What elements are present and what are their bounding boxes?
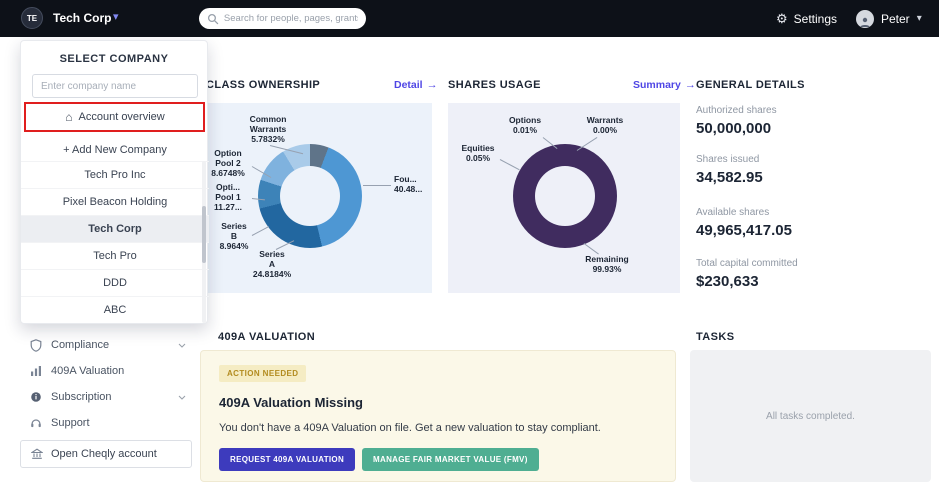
app-screen: TE Tech Corp ▾ ⚙ Settings Peter ▾	[0, 0, 939, 485]
field-label: Shares issued	[696, 154, 760, 165]
chart-label-options: Options 0.01%	[508, 115, 542, 136]
bank-icon	[31, 448, 43, 459]
chevron-down-icon[interactable]: ▾	[113, 10, 119, 23]
open-account-label: Open Cheqly account	[51, 448, 157, 460]
company-switcher-label[interactable]: Tech Corp	[53, 11, 111, 25]
chart-label-equities: Equities 0.05%	[461, 143, 495, 164]
shares-usage-title: SHARES USAGE	[448, 79, 541, 91]
dropdown-title: SELECT COMPANY	[59, 53, 169, 65]
valuation-section-title: 409A VALUATION	[218, 331, 316, 343]
chart-label-series-b: Series B 8.964%	[219, 221, 249, 252]
settings-button[interactable]: ⚙ Settings	[776, 0, 837, 37]
leader-line	[583, 243, 599, 255]
company-option[interactable]: ABC	[21, 296, 209, 323]
sidebar-item-label: Compliance	[51, 339, 110, 351]
general-details-title: GENERAL DETAILS	[696, 79, 805, 91]
valuation-heading: 409A Valuation Missing	[219, 395, 364, 410]
shares-donut-chart	[513, 144, 617, 248]
field-label: Total capital committed	[696, 258, 798, 269]
available-shares-field: Available shares 49,965,417.05	[696, 207, 931, 239]
authorized-shares-field: Authorized shares 50,000,000	[696, 105, 931, 137]
bar-chart-icon	[31, 366, 41, 376]
shares-usage-summary-link[interactable]: Summary →	[633, 79, 696, 91]
open-cheqly-account-button[interactable]: Open Cheqly account	[20, 440, 192, 468]
search-bar[interactable]	[199, 8, 366, 29]
topbar: TE Tech Corp ▾ ⚙ Settings Peter ▾	[0, 0, 939, 37]
tasks-section-title: TASKS	[696, 331, 735, 343]
arrow-right-icon: →	[684, 79, 696, 91]
action-needed-badge: ACTION NEEDED	[219, 365, 307, 382]
company-option[interactable]: Tech Pro Inc	[21, 161, 209, 188]
scrollbar-thumb[interactable]	[202, 206, 206, 263]
chart-label-founders: Fou... 40.48...	[394, 174, 423, 195]
user-menu[interactable]: Peter ▾	[856, 0, 922, 37]
chart-label-remaining: Remaining 99.93%	[585, 254, 629, 275]
field-value: 49,965,417.05	[696, 222, 792, 239]
user-name: Peter	[881, 11, 910, 26]
chevron-down-icon	[178, 395, 186, 400]
donut-hole	[280, 166, 340, 226]
chevron-down-icon	[178, 343, 186, 348]
shares-usage-chart: Options 0.01% Warrants 0.00% Equities 0.…	[448, 103, 680, 293]
search-icon	[207, 13, 219, 24]
tasks-empty-message: All tasks completed.	[766, 410, 855, 422]
chart-label-series-a: Series A 24.8184%	[252, 249, 292, 280]
settings-label: Settings	[793, 11, 838, 26]
class-ownership-title: CLASS OWNERSHIP	[206, 79, 321, 91]
valuation-body-text: You don't have a 409A Valuation on file.…	[219, 422, 601, 434]
headset-icon	[31, 419, 41, 428]
info-circle-icon	[31, 392, 41, 402]
field-value: $230,633	[696, 273, 759, 290]
field-value: 50,000,000	[696, 120, 772, 137]
chart-label-warrants: Warrants 0.00%	[586, 115, 624, 136]
sidebar-item-label: Support	[51, 417, 90, 429]
company-option[interactable]: Tech Pro	[21, 242, 209, 269]
gear-icon: ⚙	[776, 10, 788, 26]
sidebar-item-compliance[interactable]: Compliance	[20, 332, 192, 358]
chart-label-option-pool-2: Option Pool 2 8.6748%	[211, 148, 245, 179]
field-value: 34,582.95	[696, 169, 763, 186]
summary-link-label: Summary	[633, 79, 681, 91]
leader-line	[363, 185, 391, 186]
account-overview-item[interactable]: ⌂ Account overview	[26, 104, 204, 130]
tasks-card: All tasks completed.	[690, 350, 931, 482]
detail-link-label: Detail	[394, 79, 423, 91]
class-ownership-chart: Common Warrants 5.7832% Option Pool 2 8.…	[200, 103, 432, 293]
arrow-right-icon: →	[426, 79, 438, 91]
field-label: Available shares	[696, 207, 770, 218]
company-option-selected[interactable]: Tech Corp	[21, 215, 209, 242]
company-option[interactable]: DDD	[21, 269, 209, 296]
sidebar-item-409a-valuation[interactable]: 409A Valuation	[20, 358, 192, 384]
sidebar-item-support[interactable]: Support	[20, 410, 192, 436]
company-avatar[interactable]: TE	[21, 7, 43, 29]
leader-line	[499, 159, 520, 171]
shares-issued-field: Shares issued 34,582.95	[696, 154, 931, 186]
company-name-input[interactable]	[32, 74, 198, 98]
ownership-donut-chart	[258, 144, 362, 248]
home-icon: ⌂	[65, 110, 73, 124]
chart-label-option-pool-1: Opti... Pool 1 11.27...	[214, 182, 242, 213]
company-option[interactable]: Pixel Beacon Holding	[21, 188, 209, 215]
sidebar-item-label: 409A Valuation	[51, 365, 125, 377]
chart-label-common-warrants: Common Warrants 5.7832%	[249, 114, 287, 145]
add-new-company-item[interactable]: + Add New Company	[26, 138, 204, 162]
user-avatar-icon	[856, 9, 874, 28]
sidebar-item-label: Subscription	[51, 391, 112, 403]
chevron-down-icon: ▾	[916, 13, 922, 24]
search-input[interactable]	[223, 13, 358, 24]
request-409a-valuation-button[interactable]: REQUEST 409A VALUATION	[219, 448, 356, 471]
account-overview-label: Account overview	[78, 111, 165, 123]
valuation-buttons: REQUEST 409A VALUATION MANAGE FAIR MARKE…	[219, 448, 539, 471]
shield-icon	[30, 338, 42, 352]
sidebar-item-subscription[interactable]: Subscription	[20, 384, 192, 410]
field-label: Authorized shares	[696, 105, 777, 116]
select-company-dropdown: SELECT COMPANY ⌂ Account overview + Add …	[20, 40, 209, 324]
donut-hole	[535, 166, 595, 226]
valuation-card: ACTION NEEDED 409A Valuation Missing You…	[200, 350, 676, 482]
class-ownership-detail-link[interactable]: Detail →	[394, 79, 438, 91]
manage-fmv-button[interactable]: MANAGE FAIR MARKET VALUE (FMV)	[362, 448, 539, 471]
total-capital-field: Total capital committed $230,633	[696, 258, 931, 290]
